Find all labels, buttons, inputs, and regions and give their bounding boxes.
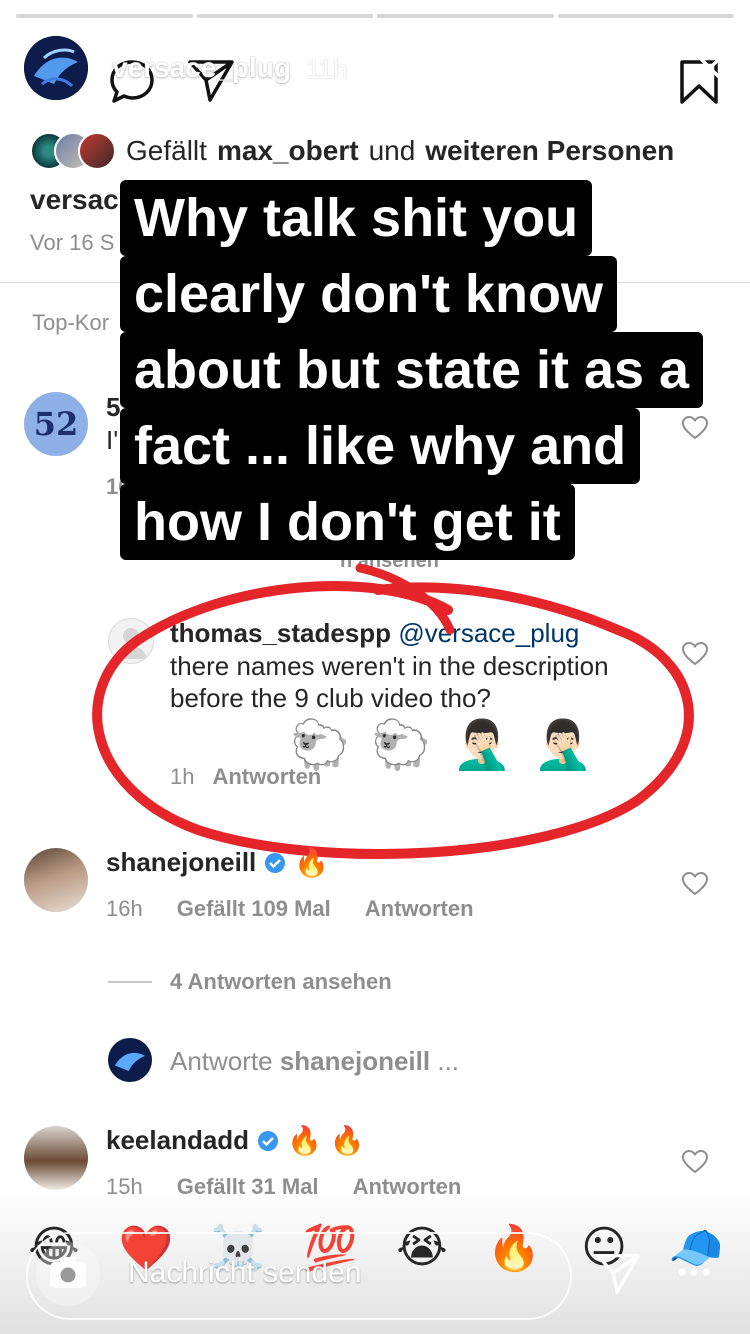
reply-prompt[interactable]: Antworte shanejoneill ... bbox=[170, 1046, 459, 1077]
comment-header: shanejoneill 🔥 bbox=[106, 846, 329, 879]
verified-icon bbox=[265, 852, 286, 873]
close-icon[interactable] bbox=[690, 48, 730, 88]
overlay-line: clearly don't know bbox=[120, 256, 617, 332]
overlay-line: how I don't get it bbox=[120, 484, 575, 560]
replies-divider bbox=[108, 981, 152, 983]
comment-username[interactable]: keelandadd bbox=[106, 1125, 249, 1156]
caption-time: Vor 16 S bbox=[30, 230, 115, 255]
comment-text: I' bbox=[106, 425, 119, 455]
comment-avatar[interactable]: 52 bbox=[24, 392, 88, 456]
story-avatar[interactable] bbox=[24, 36, 88, 100]
comment-meta: 16h Gefällt 109 Mal Antworten bbox=[106, 896, 474, 922]
story-progress bbox=[16, 14, 734, 19]
send-icon[interactable] bbox=[594, 1250, 642, 1296]
red-circle-annotation bbox=[92, 563, 694, 859]
heart-icon[interactable] bbox=[682, 416, 708, 440]
comment-avatar[interactable] bbox=[24, 848, 88, 912]
fish-avatar-icon bbox=[114, 1052, 146, 1071]
overlay-line: fact ... like why and bbox=[120, 408, 641, 484]
verified-icon bbox=[258, 1130, 279, 1151]
camera-button[interactable] bbox=[36, 1242, 100, 1306]
likes-mid: und bbox=[368, 135, 416, 166]
camera-icon bbox=[50, 1257, 86, 1288]
progress-segment bbox=[196, 14, 373, 18]
overlay-line: Why talk shit you bbox=[120, 180, 593, 256]
heart-icon[interactable] bbox=[682, 1150, 708, 1174]
view-replies-link[interactable]: 4 Antworten ansehen bbox=[170, 969, 392, 995]
caption-username[interactable]: versac bbox=[30, 184, 119, 216]
reply-prompt-prefix: Antworte bbox=[170, 1046, 273, 1076]
progress-segment bbox=[557, 14, 734, 18]
comment-header: keelandadd 🔥 🔥 bbox=[106, 1124, 365, 1157]
liker-avatars bbox=[30, 132, 116, 170]
progress-segment bbox=[377, 14, 554, 18]
reply-prompt-user: shanejoneill bbox=[279, 1046, 431, 1076]
heart-icon[interactable] bbox=[682, 872, 708, 896]
avatar bbox=[78, 132, 116, 170]
comment-username[interactable]: shanejoneill bbox=[106, 847, 256, 878]
reply-prompt-suffix: ... bbox=[437, 1046, 460, 1076]
comment-emoji: 🔥 bbox=[294, 847, 330, 878]
top-comments-label: Top-Kor bbox=[32, 310, 110, 335]
comment-username[interactable]: 5 bbox=[106, 392, 120, 423]
likes-summary[interactable]: Gefällt max_obert und weiteren Personen bbox=[30, 132, 674, 170]
comment-time: 16h bbox=[106, 896, 143, 921]
avatar-number: 52 bbox=[33, 405, 79, 443]
likes-user[interactable]: max_obert bbox=[217, 135, 359, 167]
comment-emoji: 🔥 🔥 bbox=[287, 1125, 365, 1156]
overlay-line: about but state it as a bbox=[120, 332, 704, 408]
progress-segment bbox=[16, 14, 193, 18]
reply-link[interactable]: Antworten bbox=[365, 896, 474, 922]
likes-prefix: Gefällt bbox=[126, 135, 207, 166]
likes-count[interactable]: Gefällt 109 Mal bbox=[177, 896, 331, 922]
more-icon[interactable] bbox=[674, 1264, 714, 1280]
story-username[interactable]: versace_plug bbox=[112, 52, 291, 84]
message-placeholder[interactable]: Nachricht senden bbox=[128, 1256, 361, 1290]
comment-avatar[interactable] bbox=[24, 1126, 88, 1190]
story-time: 11h bbox=[306, 54, 348, 84]
fish-avatar-icon bbox=[24, 36, 88, 100]
own-avatar bbox=[108, 1038, 152, 1082]
likes-rest[interactable]: weiteren Personen bbox=[425, 135, 674, 167]
